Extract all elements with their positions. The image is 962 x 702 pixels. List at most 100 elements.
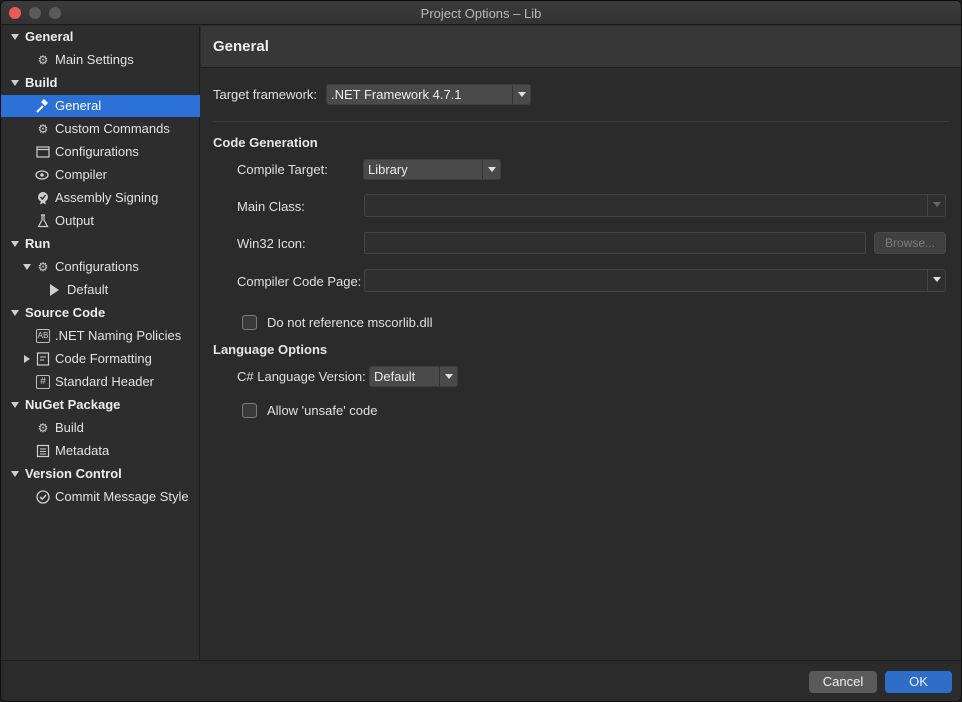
sidebar-category-source-code[interactable]: Source Code [1, 302, 200, 324]
sidebar-item-label: Default [67, 282, 109, 297]
sidebar-item-label: Main Settings [55, 52, 134, 67]
target-framework-label: Target framework: [213, 87, 318, 102]
sidebar-item-configurations[interactable]: Configurations [1, 141, 200, 163]
expanded-disclosure-icon[interactable] [11, 80, 19, 86]
sidebar-item-label: General [25, 29, 74, 44]
sidebar-category-run[interactable]: Run [1, 233, 200, 255]
sidebar-item-standard-header[interactable]: # Standard Header [1, 371, 200, 393]
sidebar-item-label: Configurations [55, 259, 139, 274]
compile-target-value: Library [368, 162, 408, 177]
chevron-down-icon [439, 367, 457, 386]
check-circle-icon [36, 490, 50, 504]
collapsed-disclosure-icon[interactable] [24, 355, 30, 363]
play-icon [50, 284, 59, 296]
sidebar-item-label: Assembly Signing [55, 190, 159, 205]
hash-icon: # [36, 375, 50, 389]
sidebar-item-metadata[interactable]: Metadata [1, 440, 200, 462]
expanded-disclosure-icon[interactable] [11, 471, 19, 477]
project-options-window: Project Options – Lib General ⚙ Main Set… [0, 0, 962, 702]
win32-icon-input[interactable] [364, 232, 866, 254]
language-version-value: Default [374, 369, 416, 384]
sidebar-item-label: General [55, 98, 102, 113]
eye-icon [35, 168, 49, 182]
expanded-disclosure-icon[interactable] [11, 402, 19, 408]
ok-button[interactable]: OK [885, 671, 952, 693]
sidebar-item-build-general[interactable]: General [1, 95, 200, 117]
sidebar-item-custom-commands[interactable]: ⚙ Custom Commands [1, 118, 200, 140]
sidebar-item-naming-policies[interactable]: AB .NET Naming Policies [1, 325, 200, 347]
allow-unsafe-checkbox[interactable] [242, 403, 257, 418]
chevron-down-icon [512, 85, 530, 104]
sidebar-category-version-control[interactable]: Version Control [1, 463, 200, 485]
title-bar: Project Options – Lib [1, 1, 961, 25]
sidebar-item-label: Output [55, 213, 95, 228]
seal-icon [36, 191, 50, 205]
main-class-select[interactable] [364, 194, 946, 217]
language-version-label: C# Language Version: [237, 369, 366, 384]
sidebar-item-label: Standard Header [55, 374, 155, 389]
gear-icon: ⚙ [37, 122, 49, 136]
expanded-disclosure-icon[interactable] [11, 310, 19, 316]
target-framework-select[interactable]: .NET Framework 4.7.1 [326, 84, 531, 105]
document-icon [36, 352, 50, 366]
sidebar-item-default[interactable]: Default [1, 279, 200, 301]
sidebar-item-assembly-signing[interactable]: Assembly Signing [1, 187, 200, 209]
sidebar-item-commit-message-style[interactable]: Commit Message Style [1, 486, 200, 508]
page-title: General [213, 38, 269, 55]
sidebar-item-label: Commit Message Style [55, 489, 189, 504]
naming-policy-icon: AB [36, 329, 50, 343]
compiler-code-page-label: Compiler Code Page: [237, 274, 362, 289]
flask-icon [36, 214, 50, 228]
hammer-icon [35, 99, 49, 113]
language-version-select[interactable]: Default [369, 366, 458, 387]
win32-icon-label: Win32 Icon: [237, 236, 306, 251]
allow-unsafe-label[interactable]: Allow 'unsafe' code [267, 403, 377, 418]
compile-target-select[interactable]: Library [363, 159, 501, 180]
expanded-disclosure-icon[interactable] [23, 264, 31, 270]
gear-icon: ⚙ [37, 421, 49, 435]
divider [213, 121, 949, 122]
gear-icon: ⚙ [37, 260, 49, 274]
sidebar-item-label: Code Formatting [55, 351, 152, 366]
window-icon [36, 145, 50, 159]
sidebar-item-label: Source Code [25, 305, 106, 320]
list-document-icon [36, 444, 50, 458]
expanded-disclosure-icon[interactable] [11, 34, 19, 40]
sidebar-category-nuget-package[interactable]: NuGet Package [1, 394, 200, 416]
sidebar-item-label: Custom Commands [55, 121, 170, 136]
chevron-down-icon [927, 270, 945, 291]
sidebar-item-label: NuGet Package [25, 397, 121, 412]
expanded-disclosure-icon[interactable] [11, 241, 19, 247]
sidebar-item-run-configurations[interactable]: ⚙ Configurations [1, 256, 200, 278]
chevron-down-icon [482, 160, 500, 179]
dialog-footer: Cancel OK [1, 660, 961, 701]
sidebar-item-output[interactable]: Output [1, 210, 200, 232]
sidebar-category-build[interactable]: Build [1, 72, 200, 94]
chevron-down-icon [927, 195, 945, 216]
browse-button[interactable]: Browse... [874, 232, 946, 254]
sidebar-item-main-settings[interactable]: ⚙ Main Settings [1, 49, 200, 71]
no-mscorlib-checkbox[interactable] [242, 315, 257, 330]
panel-header: General [201, 26, 961, 68]
options-panel: General Target framework: .NET Framework… [201, 26, 961, 660]
sidebar-category-general[interactable]: General [1, 26, 200, 48]
sidebar-item-label: Metadata [55, 443, 110, 458]
compile-target-label: Compile Target: [237, 162, 328, 177]
sidebar-item-nuget-build[interactable]: ⚙ Build [1, 417, 200, 439]
code-generation-heading: Code Generation [213, 135, 318, 150]
cancel-button[interactable]: Cancel [809, 671, 877, 693]
gear-icon: ⚙ [37, 53, 49, 67]
sidebar-item-code-formatting[interactable]: Code Formatting [1, 348, 200, 370]
main-class-label: Main Class: [237, 199, 305, 214]
sidebar-item-label: Build [25, 75, 58, 90]
compiler-code-page-select[interactable] [364, 269, 946, 292]
sidebar-item-label: Version Control [25, 466, 122, 481]
window-title: Project Options – Lib [420, 6, 542, 21]
options-sidebar: General ⚙ Main Settings Build General ⚙ … [1, 26, 200, 660]
sidebar-item-label: Configurations [55, 144, 139, 159]
no-mscorlib-label[interactable]: Do not reference mscorlib.dll [267, 315, 432, 330]
language-options-heading: Language Options [213, 342, 328, 357]
sidebar-item-compiler[interactable]: Compiler [1, 164, 200, 186]
sidebar-item-label: Compiler [55, 167, 108, 182]
target-framework-value: .NET Framework 4.7.1 [331, 87, 462, 102]
